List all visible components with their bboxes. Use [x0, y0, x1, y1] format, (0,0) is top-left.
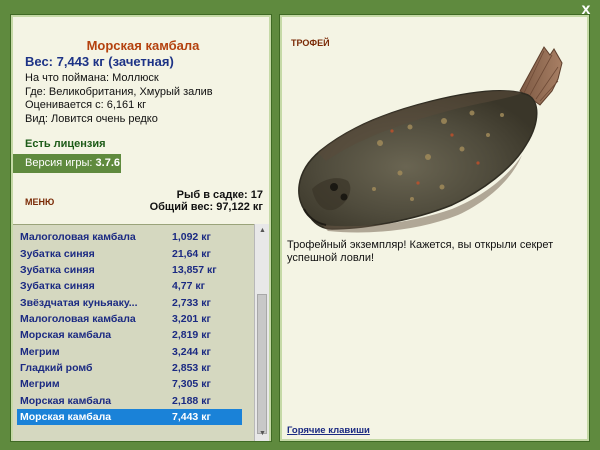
total-weight: Общий вес: 97,122 кг [149, 201, 263, 213]
list-item[interactable]: Зубатка синяя 4,77 кг [17, 278, 242, 294]
fish-weight: Вес: 7,443 кг (зачетная) [25, 54, 174, 69]
flounder-fish-image [298, 46, 563, 233]
list-item-name: Малоголовая камбала [20, 231, 136, 243]
fish-rarity: Вид: Ловится очень редко [25, 112, 158, 125]
list-item-name: Морская камбала [20, 395, 112, 407]
fish-bait: На что поймана: Моллюск [25, 72, 159, 84]
fish-count: Рыб в садке: 17 [176, 189, 263, 201]
catch-list-scrollbar[interactable]: ▲ ▼ [254, 224, 269, 441]
list-item-weight: 13,857 кг [172, 264, 217, 276]
list-item-weight: 2,819 кг [172, 329, 211, 341]
hotkeys-link[interactable]: Горячие клавиши [287, 425, 370, 436]
list-item-name: Малоголовая камбала [20, 313, 136, 325]
list-item-name: Зубатка синяя [20, 280, 95, 292]
list-item-name: Гладкий ромб [20, 362, 93, 374]
list-item-name: Мегрим [20, 346, 60, 358]
list-item[interactable]: Гладкий ромб 2,853 кг [17, 360, 242, 376]
list-item-weight: 3,244 кг [172, 346, 211, 358]
license-status: Есть лицензия [25, 138, 106, 150]
list-item[interactable]: Зубатка синяя 21,64 кг [17, 246, 242, 262]
list-item-weight: 21,64 кг [172, 248, 211, 260]
version-badge: Версия игры: 3.7.6 [13, 154, 121, 173]
list-item-weight: 1,092 кг [172, 231, 211, 243]
version-label: Версия игры: [25, 157, 93, 169]
list-item-name: Морская камбала [20, 329, 112, 341]
list-item-weight: 2,853 кг [172, 362, 211, 374]
trophy-panel: ТРОФЕЙ Трофейный экземпляр! Кажется, вы … [279, 14, 590, 442]
trophy-label: ТРОФЕЙ [291, 38, 330, 48]
list-item[interactable]: Мегрим 7,305 кг [17, 376, 242, 392]
list-item-weight: 4,77 кг [172, 280, 205, 292]
list-item[interactable]: Малоголовая камбала 3,201 кг [17, 311, 242, 327]
list-item[interactable]: Морская камбала 7,443 кг [17, 409, 242, 425]
catch-list[interactable]: Малоголовая камбала 1,092 кг Зубатка син… [13, 224, 269, 441]
list-item-name: Звёздчатая куньяаку... [20, 297, 138, 309]
list-item[interactable]: Морская камбала 2,819 кг [17, 327, 242, 343]
keepnet-stats: Рыб в садке: 17 Общий вес: 97,122 кг [150, 189, 263, 213]
trophy-message: Трофейный экземпляр! Кажется, вы открыли… [287, 239, 554, 264]
list-item-weight: 2,188 кг [172, 395, 211, 407]
list-item[interactable]: Зубатка синяя 13,857 кг [17, 262, 242, 278]
list-item-weight: 3,201 кг [172, 313, 211, 325]
list-item-weight: 7,443 кг [172, 411, 211, 423]
list-item[interactable]: Звёздчатая куньяаку... 2,733 кг [17, 295, 242, 311]
list-item-weight: 7,305 кг [172, 378, 211, 390]
fish-info-panel: Морская камбала Вес: 7,443 кг (зачетная)… [10, 14, 272, 442]
fish-value: Оценивается с: 6,161 кг [25, 99, 147, 111]
fish-details: На что поймана: Моллюск Где: Великобрита… [25, 72, 213, 126]
list-item-name: Зубатка синяя [20, 264, 95, 276]
list-item-weight: 2,733 кг [172, 297, 211, 309]
scroll-thumb[interactable] [257, 294, 267, 434]
fish-title: Морская камбала [86, 38, 200, 53]
fish-location: Где: Великобритания, Хмурый залив [25, 85, 213, 98]
list-item[interactable]: Морская камбала 2,188 кг [17, 393, 242, 409]
scroll-down-arrow-icon[interactable]: ▼ [255, 427, 270, 441]
list-item-name: Зубатка синяя [20, 248, 95, 260]
list-item-name: Мегрим [20, 378, 60, 390]
list-item-name: Морская камбала [20, 411, 112, 423]
scroll-up-arrow-icon[interactable]: ▲ [255, 224, 270, 238]
list-item[interactable]: Мегрим 3,244 кг [17, 344, 242, 360]
menu-button[interactable]: МЕНЮ [25, 197, 54, 207]
version-value: 3.7.6 [95, 157, 120, 169]
list-item[interactable]: Малоголовая камбала 1,092 кг [17, 229, 242, 245]
